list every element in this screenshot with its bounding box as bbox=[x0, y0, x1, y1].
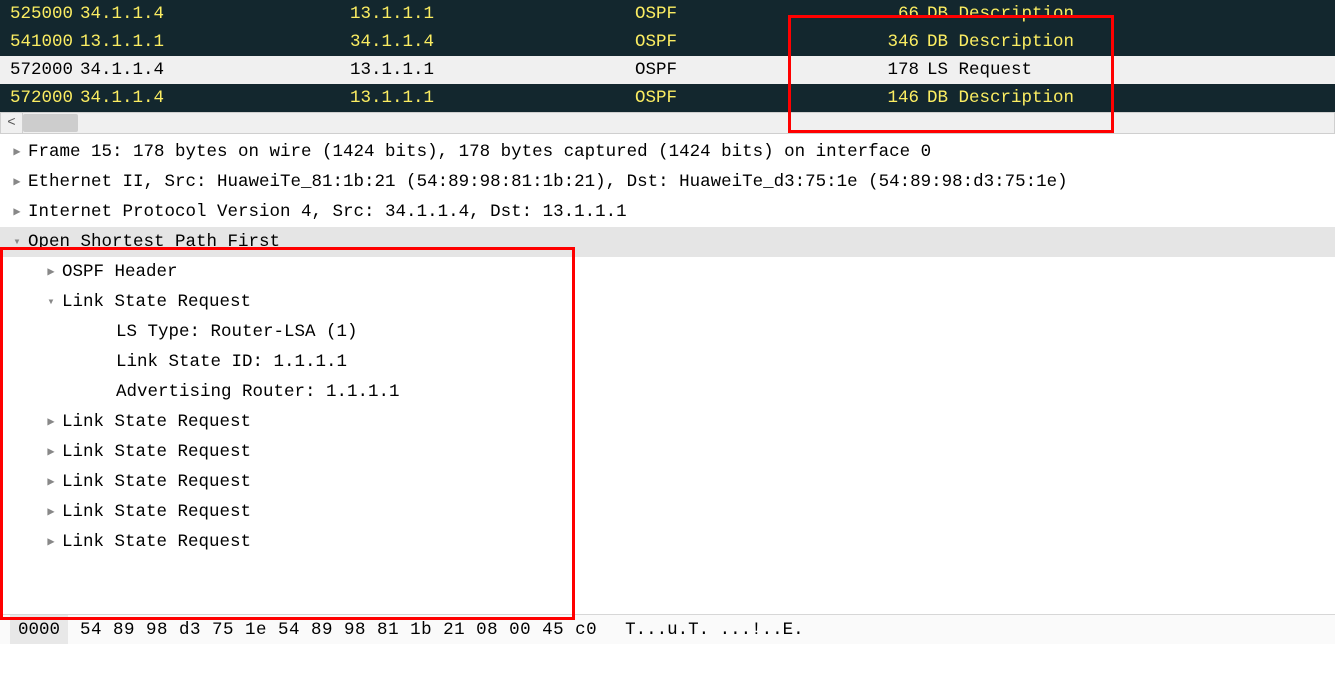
spacer-icon: • bbox=[94, 377, 116, 407]
detail-text: Link State Request bbox=[62, 497, 251, 527]
packet-info: DB Description bbox=[925, 84, 1335, 112]
detail-lsr-collapsed[interactable]: ▶ Link State Request bbox=[0, 467, 1335, 497]
detail-text: Link State Request bbox=[62, 287, 251, 317]
packet-destination: 13.1.1.1 bbox=[350, 84, 635, 112]
detail-text: LS Type: Router-LSA (1) bbox=[116, 317, 358, 347]
chevron-right-icon[interactable]: ▶ bbox=[6, 137, 28, 167]
detail-ip[interactable]: ▶ Internet Protocol Version 4, Src: 34.1… bbox=[0, 197, 1335, 227]
chevron-down-icon[interactable]: ▾ bbox=[6, 227, 28, 257]
hex-bytes: 54 89 98 d3 75 1e 54 89 98 81 1b 21 08 0… bbox=[80, 615, 625, 644]
packet-source: 34.1.1.4 bbox=[80, 56, 350, 84]
chevron-right-icon[interactable]: ▶ bbox=[6, 167, 28, 197]
spacer-icon: • bbox=[94, 347, 116, 377]
detail-text: Link State ID: 1.1.1.1 bbox=[116, 347, 347, 377]
packet-no: 572000 bbox=[0, 56, 80, 84]
packet-row[interactable]: 54100013.1.1.134.1.1.4OSPF346DB Descript… bbox=[0, 28, 1335, 56]
packet-length: 178 bbox=[815, 56, 925, 84]
detail-text: Link State Request bbox=[62, 467, 251, 497]
chevron-right-icon[interactable]: ▶ bbox=[40, 437, 62, 467]
detail-text: Ethernet II, Src: HuaweiTe_81:1b:21 (54:… bbox=[28, 167, 1068, 197]
chevron-right-icon[interactable]: ▶ bbox=[40, 497, 62, 527]
detail-text: Link State Request bbox=[62, 437, 251, 467]
detail-text: Open Shortest Path First bbox=[28, 227, 280, 257]
detail-ethernet[interactable]: ▶ Ethernet II, Src: HuaweiTe_81:1b:21 (5… bbox=[0, 167, 1335, 197]
chevron-down-icon[interactable]: ▾ bbox=[40, 287, 62, 317]
detail-ospf-header[interactable]: ▶ OSPF Header bbox=[0, 257, 1335, 287]
detail-ospf[interactable]: ▾ Open Shortest Path First bbox=[0, 227, 1335, 257]
detail-text: Link State Request bbox=[62, 527, 251, 557]
chevron-right-icon[interactable]: ▶ bbox=[40, 407, 62, 437]
packet-source: 34.1.1.4 bbox=[80, 84, 350, 112]
packet-protocol: OSPF bbox=[635, 28, 815, 56]
detail-lsr-collapsed[interactable]: ▶ Link State Request bbox=[0, 527, 1335, 557]
packet-info: LS Request bbox=[925, 56, 1335, 84]
packet-row[interactable]: 57200034.1.1.413.1.1.1OSPF178LS Request bbox=[0, 56, 1335, 84]
scroll-left-arrow-icon[interactable]: < bbox=[1, 113, 23, 133]
detail-frame[interactable]: ▶ Frame 15: 178 bytes on wire (1424 bits… bbox=[0, 137, 1335, 167]
detail-ls-type[interactable]: • LS Type: Router-LSA (1) bbox=[0, 317, 1335, 347]
hex-offset: 0000 bbox=[10, 615, 68, 644]
packet-no: 525000 bbox=[0, 0, 80, 28]
packet-no: 541000 bbox=[0, 28, 80, 56]
packet-destination: 13.1.1.1 bbox=[350, 56, 635, 84]
packet-source: 34.1.1.4 bbox=[80, 0, 350, 28]
chevron-right-icon[interactable]: ▶ bbox=[40, 257, 62, 287]
packet-destination: 34.1.1.4 bbox=[350, 28, 635, 56]
hex-dump-pane[interactable]: 0000 54 89 98 d3 75 1e 54 89 98 81 1b 21… bbox=[0, 614, 1335, 644]
chevron-right-icon[interactable]: ▶ bbox=[6, 197, 28, 227]
packet-no: 572000 bbox=[0, 84, 80, 112]
detail-lsr-collapsed[interactable]: ▶ Link State Request bbox=[0, 497, 1335, 527]
packet-row[interactable]: 57200034.1.1.413.1.1.1OSPF146DB Descript… bbox=[0, 84, 1335, 112]
detail-advertising-router[interactable]: • Advertising Router: 1.1.1.1 bbox=[0, 377, 1335, 407]
packet-info: DB Description bbox=[925, 28, 1335, 56]
packet-source: 13.1.1.1 bbox=[80, 28, 350, 56]
packet-length: 66 bbox=[815, 0, 925, 28]
packet-info: DB Description bbox=[925, 0, 1335, 28]
packet-protocol: OSPF bbox=[635, 0, 815, 28]
detail-link-state-id[interactable]: • Link State ID: 1.1.1.1 bbox=[0, 347, 1335, 377]
detail-lsr-collapsed[interactable]: ▶ Link State Request bbox=[0, 407, 1335, 437]
detail-text: Internet Protocol Version 4, Src: 34.1.1… bbox=[28, 197, 627, 227]
packet-protocol: OSPF bbox=[635, 56, 815, 84]
scroll-thumb[interactable] bbox=[23, 114, 78, 132]
chevron-right-icon[interactable]: ▶ bbox=[40, 527, 62, 557]
packet-row[interactable]: 52500034.1.1.413.1.1.1OSPF66DB Descripti… bbox=[0, 0, 1335, 28]
detail-text: Advertising Router: 1.1.1.1 bbox=[116, 377, 400, 407]
packet-length: 146 bbox=[815, 84, 925, 112]
detail-lsr-collapsed[interactable]: ▶ Link State Request bbox=[0, 437, 1335, 467]
chevron-right-icon[interactable]: ▶ bbox=[40, 467, 62, 497]
packet-destination: 13.1.1.1 bbox=[350, 0, 635, 28]
packet-protocol: OSPF bbox=[635, 84, 815, 112]
detail-text: Link State Request bbox=[62, 407, 251, 437]
detail-text: Frame 15: 178 bytes on wire (1424 bits),… bbox=[28, 137, 931, 167]
detail-text: OSPF Header bbox=[62, 257, 178, 287]
spacer-icon: • bbox=[94, 317, 116, 347]
packet-list[interactable]: 52500034.1.1.413.1.1.1OSPF66DB Descripti… bbox=[0, 0, 1335, 112]
hex-ascii: T...u.T. ...!..E. bbox=[625, 615, 804, 644]
detail-lsr-expanded[interactable]: ▾ Link State Request bbox=[0, 287, 1335, 317]
packet-length: 346 bbox=[815, 28, 925, 56]
packet-details-pane[interactable]: ▶ Frame 15: 178 bytes on wire (1424 bits… bbox=[0, 134, 1335, 614]
horizontal-scrollbar[interactable]: < bbox=[0, 112, 1335, 134]
